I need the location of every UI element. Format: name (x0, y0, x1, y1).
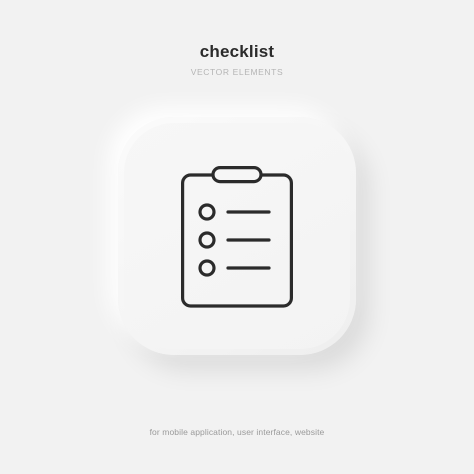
footer-caption: for mobile application, user interface, … (149, 427, 325, 437)
clipboard-checklist-icon (181, 166, 293, 308)
checklist-circle-3 (198, 259, 216, 277)
clipboard-clip (211, 166, 263, 184)
page-title: checklist (199, 42, 275, 61)
checklist-circle-2 (198, 231, 216, 249)
checklist-circle-1 (198, 203, 216, 221)
page-subtitle: VECTOR ELEMENTS (190, 67, 284, 77)
